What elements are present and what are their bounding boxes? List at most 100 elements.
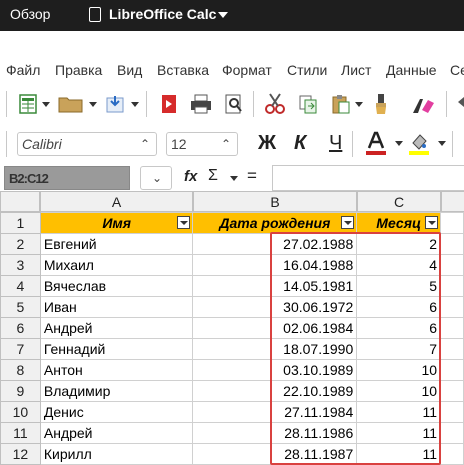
cell-month[interactable]: 10 — [356, 380, 442, 402]
clear-formatting-icon[interactable] — [410, 93, 436, 115]
cell-date[interactable]: 30.06.1972 — [192, 296, 358, 318]
empty-cell[interactable] — [440, 401, 464, 423]
save-icon[interactable] — [104, 93, 126, 115]
menu-format[interactable]: Формат — [222, 62, 272, 78]
new-spreadsheet-icon[interactable] — [18, 93, 38, 115]
sum-dropdown-icon[interactable] — [230, 176, 238, 181]
highlight-color-icon[interactable] — [406, 131, 432, 157]
header-cell-birthdate[interactable]: Дата рождения — [192, 212, 358, 234]
font-name-box[interactable]: Calibri ⌃ — [17, 132, 157, 156]
autofilter-dropdown-icon[interactable] — [341, 216, 355, 229]
chevron-updown-icon[interactable]: ⌃ — [140, 137, 150, 151]
underline-button[interactable]: Ч — [329, 132, 342, 155]
cell-month[interactable]: 6 — [356, 317, 442, 339]
row-header[interactable]: 12 — [0, 443, 41, 465]
name-box[interactable]: B2:C12 — [4, 166, 130, 190]
menu-window[interactable]: Се — [450, 62, 464, 78]
save-dropdown-icon[interactable] — [131, 102, 139, 107]
open-folder-icon[interactable] — [58, 94, 84, 114]
cell-name[interactable]: Иван — [39, 296, 194, 318]
cell-date[interactable]: 28.11.1987 — [192, 443, 358, 465]
row-header[interactable]: 10 — [0, 401, 41, 423]
menu-view[interactable]: Вид — [117, 62, 142, 78]
print-icon[interactable] — [189, 93, 213, 115]
cell-month[interactable]: 5 — [356, 275, 442, 297]
overview-button[interactable]: Обзор — [10, 6, 50, 22]
cell-month[interactable]: 11 — [356, 422, 442, 444]
cell-name[interactable]: Евгений — [39, 233, 194, 255]
menu-file[interactable]: Файл — [6, 62, 40, 78]
row-header[interactable]: 1 — [0, 212, 41, 234]
empty-cell[interactable] — [440, 254, 464, 276]
new-dropdown-icon[interactable] — [42, 102, 50, 107]
menu-edit[interactable]: Правка — [55, 62, 102, 78]
cell-date[interactable]: 28.11.1986 — [192, 422, 358, 444]
empty-cell[interactable] — [440, 233, 464, 255]
cell-name[interactable]: Андрей — [39, 317, 194, 339]
open-dropdown-icon[interactable] — [89, 102, 97, 107]
row-header[interactable]: 5 — [0, 296, 41, 318]
italic-button[interactable]: К — [294, 132, 306, 155]
cell-month[interactable]: 2 — [356, 233, 442, 255]
column-header-a[interactable]: A — [40, 191, 193, 212]
undo-icon[interactable] — [456, 93, 464, 115]
font-color-dropdown-icon[interactable] — [395, 141, 403, 146]
formula-input[interactable] — [272, 165, 464, 191]
empty-cell[interactable] — [440, 275, 464, 297]
empty-cell[interactable] — [440, 317, 464, 339]
empty-cell[interactable] — [440, 296, 464, 318]
cell-name[interactable]: Геннадий — [39, 338, 194, 360]
formula-button[interactable]: = — [247, 166, 257, 186]
name-box-dropdown[interactable]: ⌄ — [140, 166, 172, 190]
clone-formatting-icon[interactable] — [370, 93, 392, 115]
app-menu-label[interactable]: LibreOffice Calc — [109, 6, 216, 22]
cell-month[interactable]: 6 — [356, 296, 442, 318]
paste-dropdown-icon[interactable] — [355, 102, 363, 107]
header-cell-month[interactable]: Месяц — [356, 212, 442, 234]
row-header[interactable]: 6 — [0, 317, 41, 339]
empty-cell[interactable] — [440, 359, 464, 381]
row-header[interactable]: 11 — [0, 422, 41, 444]
menu-data[interactable]: Данные — [386, 62, 437, 78]
empty-cell[interactable] — [440, 380, 464, 402]
sum-button[interactable]: Σ — [208, 167, 218, 185]
cell-name[interactable]: Михаил — [39, 254, 194, 276]
empty-cell[interactable] — [440, 443, 464, 465]
cell-name[interactable]: Денис — [39, 401, 194, 423]
menu-insert[interactable]: Вставка — [157, 62, 209, 78]
empty-cell[interactable] — [440, 338, 464, 360]
font-color-icon[interactable] — [363, 131, 389, 157]
cell-month[interactable]: 11 — [356, 401, 442, 423]
select-all-corner[interactable] — [0, 191, 40, 212]
row-header[interactable]: 7 — [0, 338, 41, 360]
chevron-updown-icon[interactable]: ⌃ — [221, 137, 231, 151]
autofilter-dropdown-icon[interactable] — [177, 216, 191, 229]
cell-month[interactable]: 11 — [356, 443, 442, 465]
menu-sheet[interactable]: Лист — [341, 62, 371, 78]
cell-date[interactable]: 22.10.1989 — [192, 380, 358, 402]
app-menu-caret-icon[interactable] — [218, 12, 228, 18]
cell-date[interactable]: 14.05.1981 — [192, 275, 358, 297]
highlight-dropdown-icon[interactable] — [438, 141, 446, 146]
print-preview-icon[interactable] — [223, 93, 245, 115]
column-header-c[interactable]: C — [357, 191, 441, 212]
row-header[interactable]: 3 — [0, 254, 41, 276]
cell-name[interactable]: Вячеслав — [39, 275, 194, 297]
cell-name[interactable]: Андрей — [39, 422, 194, 444]
cell-date[interactable]: 18.07.1990 — [192, 338, 358, 360]
export-pdf-icon[interactable] — [158, 93, 180, 115]
chevron-down-icon[interactable]: ⌄ — [152, 171, 162, 185]
row-header[interactable]: 2 — [0, 233, 41, 255]
menu-styles[interactable]: Стили — [287, 62, 327, 78]
column-header-b[interactable]: B — [193, 191, 357, 212]
cell-month[interactable]: 4 — [356, 254, 442, 276]
empty-cell[interactable] — [440, 212, 464, 234]
copy-icon[interactable] — [297, 93, 319, 115]
bold-button[interactable]: Ж — [258, 132, 276, 155]
cell-name[interactable]: Кирилл — [39, 443, 194, 465]
cell-name[interactable]: Антон — [39, 359, 194, 381]
row-header[interactable]: 4 — [0, 275, 41, 297]
cell-name[interactable]: Владимир — [39, 380, 194, 402]
autofilter-dropdown-icon[interactable] — [425, 216, 439, 229]
cell-date[interactable]: 16.04.1988 — [192, 254, 358, 276]
